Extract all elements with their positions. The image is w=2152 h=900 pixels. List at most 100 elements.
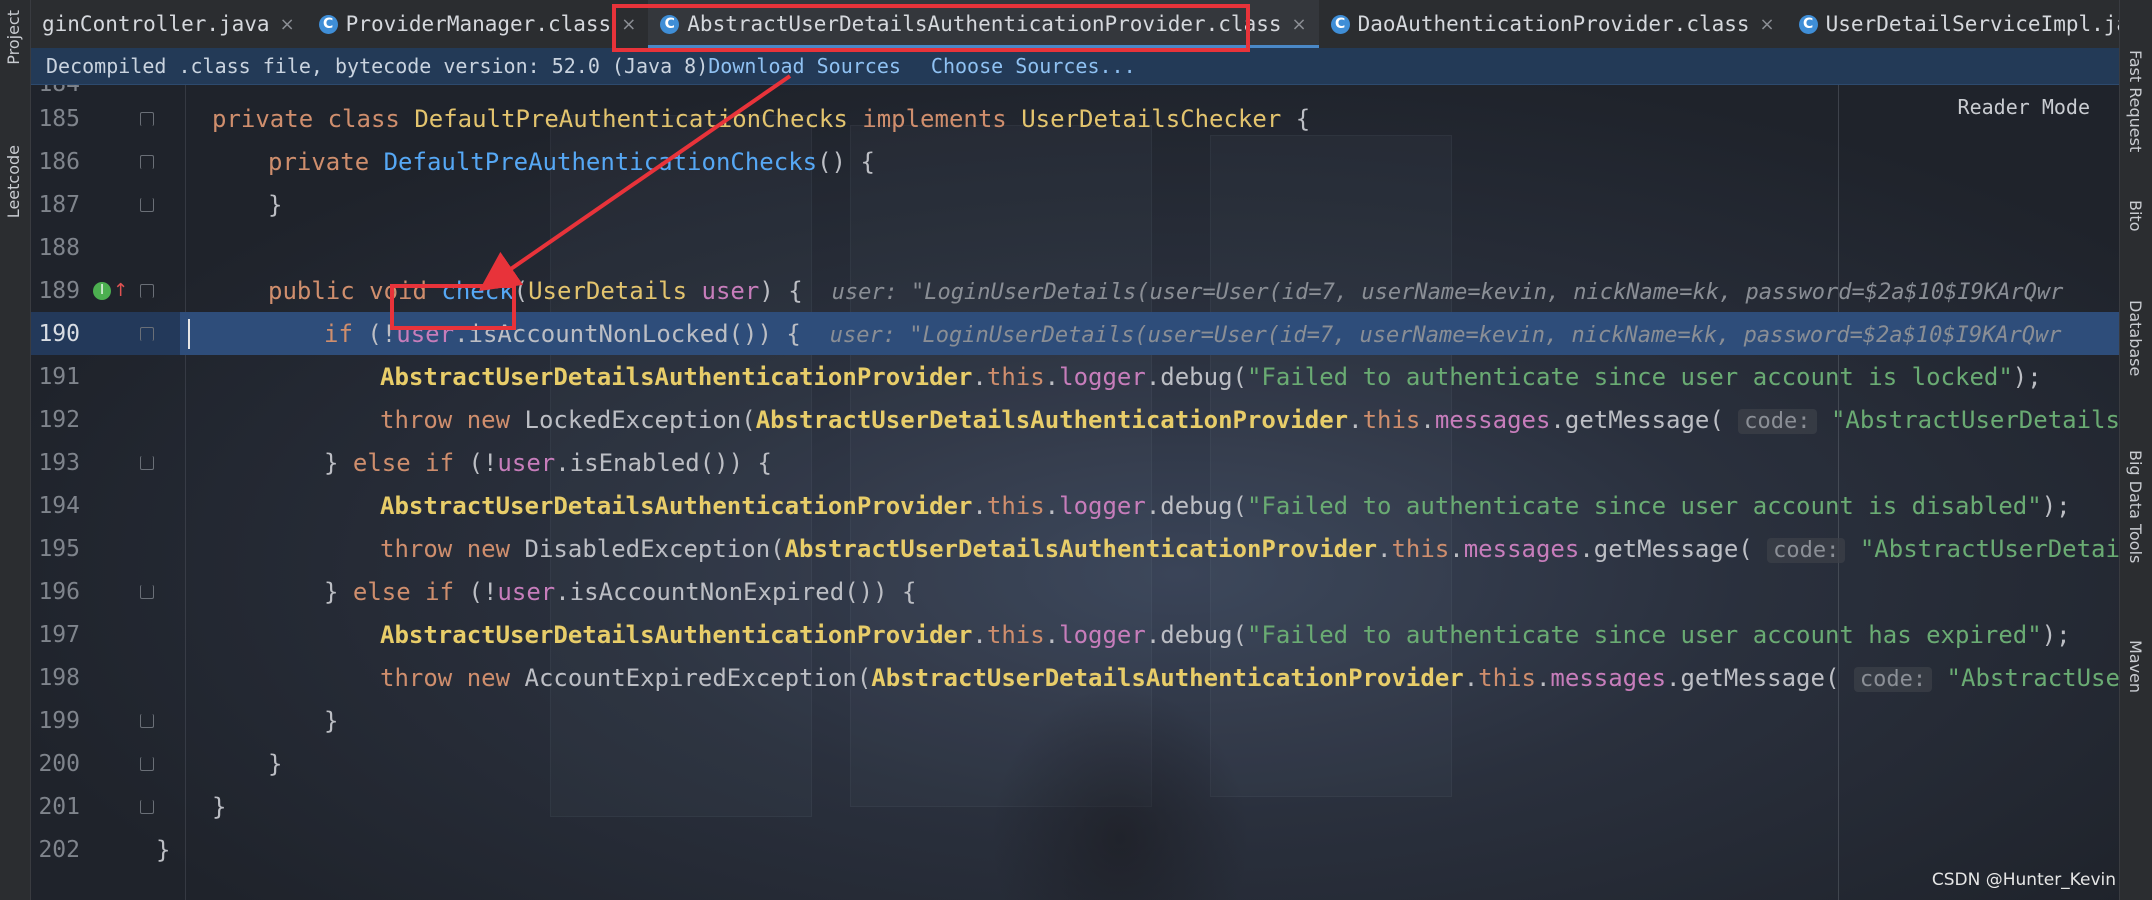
line-number: 194 — [38, 492, 80, 519]
line-number: 196 — [38, 578, 80, 605]
code-line: 199 } — [30, 699, 2120, 742]
decompiled-info-bar: Decompiled .class file, bytecode version… — [30, 48, 2120, 85]
code-text: public void check(UserDetails user) { us… — [268, 276, 2064, 305]
code-editor[interactable]: Reader Mode 184 185 private class Defaul… — [30, 71, 2152, 900]
code-line: 193 } else if (!user.isEnabled()) { — [30, 441, 2120, 484]
fold-icon[interactable] — [140, 197, 154, 212]
line-number: 198 — [38, 664, 80, 691]
line-number: 188 — [38, 234, 80, 261]
code-text: private DefaultPreAuthenticationChecks()… — [268, 147, 875, 176]
tab-label: ProviderManager.class — [345, 12, 612, 36]
tab-logincontroller[interactable]: ginController.java × — [30, 0, 307, 48]
code-text: AbstractUserDetailsAuthenticationProvide… — [380, 491, 2071, 520]
class-icon: C — [318, 14, 338, 34]
maven-tool-button[interactable]: Maven — [2126, 640, 2145, 693]
line-number: 197 — [38, 621, 80, 648]
code-text: } else if (!user.isAccountNonExpired()) … — [324, 577, 917, 606]
line-number: 193 — [38, 449, 80, 476]
line-number: 195 — [38, 535, 80, 562]
code-text: } — [268, 190, 283, 219]
line-number: 201 — [38, 793, 80, 820]
code-text: } — [212, 792, 227, 821]
code-line: 192 throw new LockedException(AbstractUs… — [30, 398, 2152, 441]
reader-mode-toggle[interactable]: Reader Mode — [1958, 95, 2090, 119]
line-number: 189 — [38, 277, 80, 304]
fold-icon[interactable] — [140, 799, 154, 814]
decompiled-message: Decompiled .class file, bytecode version… — [46, 54, 709, 78]
tab-label: UserDetailServiceImpl.java — [1825, 12, 2152, 36]
fold-icon[interactable] — [140, 713, 154, 728]
fold-icon[interactable] — [140, 756, 154, 771]
fold-icon[interactable] — [140, 283, 154, 298]
text-caret — [188, 319, 190, 349]
project-tool-button[interactable]: Project — [4, 10, 23, 65]
code-line: 191 AbstractUserDetailsAuthenticationPro… — [30, 355, 2120, 398]
class-icon: C — [1330, 14, 1350, 34]
big-data-tools-button[interactable]: Big Data Tools — [2126, 450, 2145, 563]
code-line: 188 — [30, 226, 2120, 269]
code-text: if (!user.isAccountNonLocked()) { user: … — [324, 319, 2062, 348]
line-number: 192 — [38, 406, 80, 433]
code-text: private class DefaultPreAuthenticationCh… — [212, 104, 1311, 133]
debugger-inline-value: user: "LoginUserDetails(user=User(id=7, … — [831, 279, 2064, 305]
code-line: 187 } — [30, 183, 2120, 226]
code-line: 197 AbstractUserDetailsAuthenticationPro… — [30, 613, 2120, 656]
class-icon: C — [1798, 14, 1818, 34]
left-tool-strip: Project Leetcode — [0, 0, 31, 900]
code-line: 185 private class DefaultPreAuthenticati… — [30, 97, 2120, 140]
code-text: AbstractUserDetailsAuthenticationProvide… — [380, 362, 2042, 391]
fold-icon[interactable] — [140, 154, 154, 169]
right-tool-strip: Fast Request Bito Database Big Data Tool… — [2119, 0, 2152, 900]
choose-sources-link[interactable]: Choose Sources... — [931, 54, 1136, 78]
code-text: throw new LockedException(AbstractUserDe… — [380, 405, 2152, 434]
code-text: throw new AccountExpiredException(Abstra… — [380, 663, 2152, 692]
bito-tool-button[interactable]: Bito — [2126, 200, 2145, 231]
code-line: 198 throw new AccountExpiredException(Ab… — [30, 656, 2152, 699]
code-text: } — [156, 835, 171, 864]
watermark: CSDN @Hunter_Kevin — [1931, 870, 2116, 890]
code-text: throw new DisabledException(AbstractUser… — [380, 534, 2152, 563]
code-line: 200 } — [30, 742, 2120, 785]
database-tool-button[interactable]: Database — [2126, 300, 2145, 376]
line-number: 186 — [38, 148, 80, 175]
code-line: 186 private DefaultPreAuthenticationChec… — [30, 140, 2120, 183]
tab-label: ginController.java — [42, 12, 270, 36]
close-icon[interactable]: × — [1760, 14, 1775, 35]
line-number: 200 — [38, 750, 80, 777]
leetcode-tool-button[interactable]: Leetcode — [4, 145, 23, 218]
fast-request-tool-button[interactable]: Fast Request — [2126, 50, 2145, 152]
code-line: 201 } — [30, 785, 2120, 828]
download-sources-link[interactable]: Download Sources — [708, 54, 901, 78]
fold-icon[interactable] — [140, 111, 154, 126]
tab-userdetailserviceimpl[interactable]: CUserDetailServiceImpl.java× — [1787, 0, 2152, 48]
annotation-box-tab — [612, 4, 1250, 52]
current-execution-line: 190 if (!user.isAccountNonLocked()) { us… — [30, 312, 2120, 355]
close-icon[interactable]: × — [1292, 14, 1307, 35]
line-number: 185 — [38, 105, 80, 132]
debugger-inline-value: user: "LoginUserDetails(user=User(id=7, … — [829, 322, 2062, 348]
code-line: 195 throw new DisabledException(Abstract… — [30, 527, 2152, 570]
code-line: 194 AbstractUserDetailsAuthenticationPro… — [30, 484, 2120, 527]
line-number: 191 — [38, 363, 80, 390]
tab-daoauthenticationprovider[interactable]: C DaoAuthenticationProvider.class × — [1319, 0, 1787, 48]
line-number: 187 — [38, 191, 80, 218]
fold-icon[interactable] — [140, 455, 154, 470]
line-number: 202 — [38, 836, 80, 863]
code-text: } else if (!user.isEnabled()) { — [324, 448, 772, 477]
code-text: AbstractUserDetailsAuthenticationProvide… — [380, 620, 2071, 649]
fold-icon[interactable] — [140, 326, 154, 341]
code-line: 196 } else if (!user.isAccountNonExpired… — [30, 570, 2120, 613]
code-line: 202 } — [30, 828, 2120, 871]
up-arrow-icon[interactable]: ↑ — [113, 280, 128, 301]
implementation-gutter-icon[interactable]: I — [93, 281, 111, 300]
tab-providermanager[interactable]: C ProviderManager.class × — [307, 0, 649, 48]
line-number: 190 — [38, 320, 80, 347]
code-text: } — [268, 749, 283, 778]
tab-label: DaoAuthenticationProvider.class — [1357, 12, 1750, 36]
close-icon[interactable]: × — [280, 14, 295, 35]
code-text: } — [324, 706, 339, 735]
annotation-box-check-method — [390, 284, 516, 330]
line-number: 199 — [38, 707, 80, 734]
fold-icon[interactable] — [140, 584, 154, 599]
code-line: 189 I ↑ public void check(UserDetails us… — [30, 269, 2120, 312]
